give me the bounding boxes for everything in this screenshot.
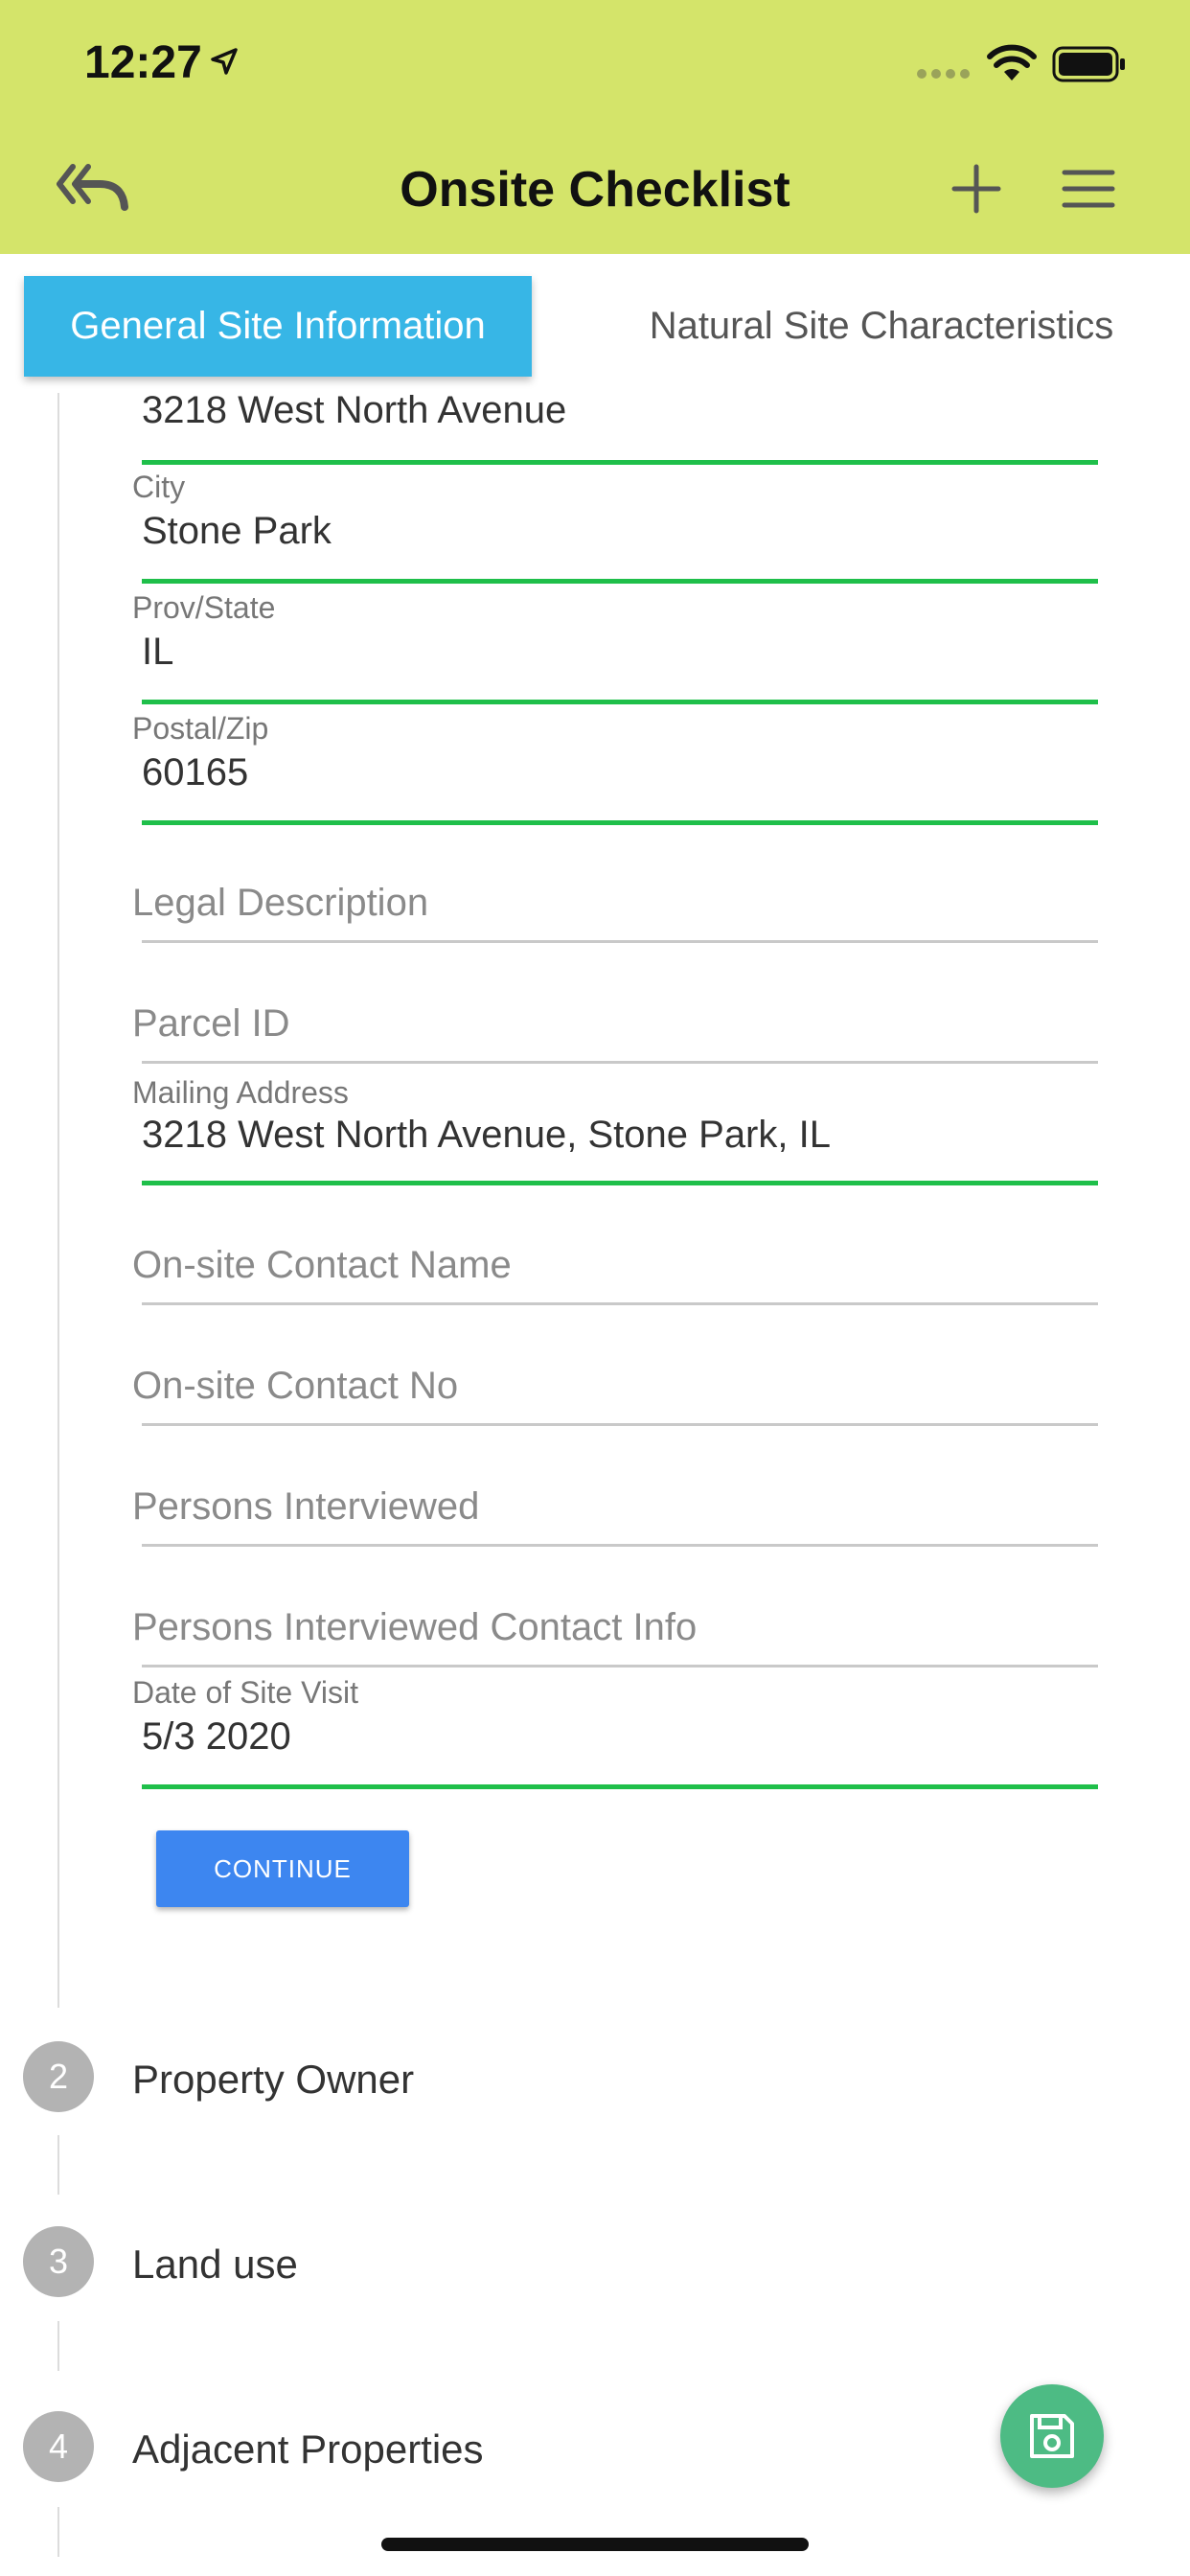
mailing-address-field[interactable]: Mailing Address 3218 West North Avenue, …	[132, 1075, 1098, 1190]
legal-description-placeholder: Legal Description	[132, 882, 429, 924]
persons-interviewed-placeholder: Persons Interviewed	[132, 1485, 480, 1528]
continue-button[interactable]: CONTINUE	[156, 1830, 409, 1907]
tab-general-site-information[interactable]: General Site Information	[24, 276, 532, 377]
wifi-icon	[987, 44, 1037, 80]
date-of-site-visit-label: Date of Site Visit	[132, 1675, 358, 1710]
field-underline	[142, 1784, 1098, 1789]
field-underline	[142, 460, 1098, 465]
step-property-owner[interactable]: Property Owner	[132, 2057, 414, 2103]
field-underline	[142, 1423, 1098, 1426]
step-number-badge: 4	[23, 2411, 94, 2482]
mailing-address-value: 3218 West North Avenue, Stone Park, IL	[142, 1114, 831, 1156]
field-underline	[142, 940, 1098, 943]
save-button[interactable]	[1000, 2384, 1104, 2488]
street-address-value: 3218 West North Avenue	[142, 389, 567, 431]
zip-field[interactable]: Postal/Zip 60165	[132, 711, 1098, 831]
city-field[interactable]: City Stone Park	[132, 470, 1098, 589]
page-title: Onsite Checklist	[400, 162, 790, 218]
field-underline	[142, 1544, 1098, 1547]
onsite-contact-no-placeholder: On-site Contact No	[132, 1365, 459, 1407]
zip-value: 60165	[142, 751, 249, 794]
battery-icon	[1052, 46, 1125, 82]
step-number-badge: 2	[23, 2041, 94, 2112]
field-underline	[142, 1181, 1098, 1185]
state-label: Prov/State	[132, 590, 276, 625]
onsite-contact-name-placeholder: On-site Contact Name	[132, 1244, 512, 1286]
date-of-site-visit-field[interactable]: Date of Site Visit 5/3 2020	[132, 1675, 1098, 1795]
status-time: 12:27	[84, 37, 202, 88]
step-adjacent-properties[interactable]: Adjacent Properties	[132, 2426, 484, 2472]
onsite-contact-no-field[interactable]: On-site Contact No	[132, 1346, 1098, 1432]
cellular-signal-icon	[917, 69, 970, 79]
persons-interviewed-field[interactable]: Persons Interviewed	[132, 1466, 1098, 1552]
field-underline	[142, 700, 1098, 704]
save-icon	[1030, 2414, 1074, 2458]
state-field[interactable]: Prov/State IL	[132, 590, 1098, 710]
onsite-contact-name-field[interactable]: On-site Contact Name	[132, 1225, 1098, 1311]
date-of-site-visit-value: 5/3 2020	[142, 1715, 291, 1758]
parcel-id-placeholder: Parcel ID	[132, 1002, 290, 1045]
persons-interviewed-contact-info-placeholder: Persons Interviewed Contact Info	[132, 1606, 698, 1648]
zip-label: Postal/Zip	[132, 711, 269, 746]
street-address-field[interactable]: 3218 West North Avenue	[132, 383, 1098, 470]
city-label: City	[132, 470, 186, 504]
add-icon[interactable]	[950, 163, 1002, 215]
state-value: IL	[142, 631, 174, 673]
mailing-address-label: Mailing Address	[132, 1075, 349, 1110]
legal-description-field[interactable]: Legal Description	[132, 862, 1098, 949]
stepper-line	[57, 2135, 59, 2195]
parcel-id-field[interactable]: Parcel ID	[132, 983, 1098, 1070]
city-value: Stone Park	[142, 510, 332, 552]
field-underline	[142, 579, 1098, 584]
menu-icon[interactable]	[1062, 169, 1115, 209]
stepper-line	[57, 2507, 59, 2557]
step-number-badge: 3	[23, 2226, 94, 2297]
persons-interviewed-contact-info-field[interactable]: Persons Interviewed Contact Info	[132, 1587, 1098, 1673]
tab-natural-site-characteristics[interactable]: Natural Site Characteristics	[575, 276, 1188, 377]
location-arrow-icon	[211, 48, 238, 75]
field-underline	[142, 1665, 1098, 1668]
stepper-line	[57, 393, 59, 2008]
stepper-line	[57, 2321, 59, 2371]
field-underline	[142, 820, 1098, 825]
app-header: 12:27 Onsite Checklist	[0, 0, 1190, 254]
field-underline	[142, 1302, 1098, 1305]
step-land-use[interactable]: Land use	[132, 2242, 298, 2288]
home-indicator	[381, 2538, 809, 2551]
field-underline	[142, 1061, 1098, 1064]
